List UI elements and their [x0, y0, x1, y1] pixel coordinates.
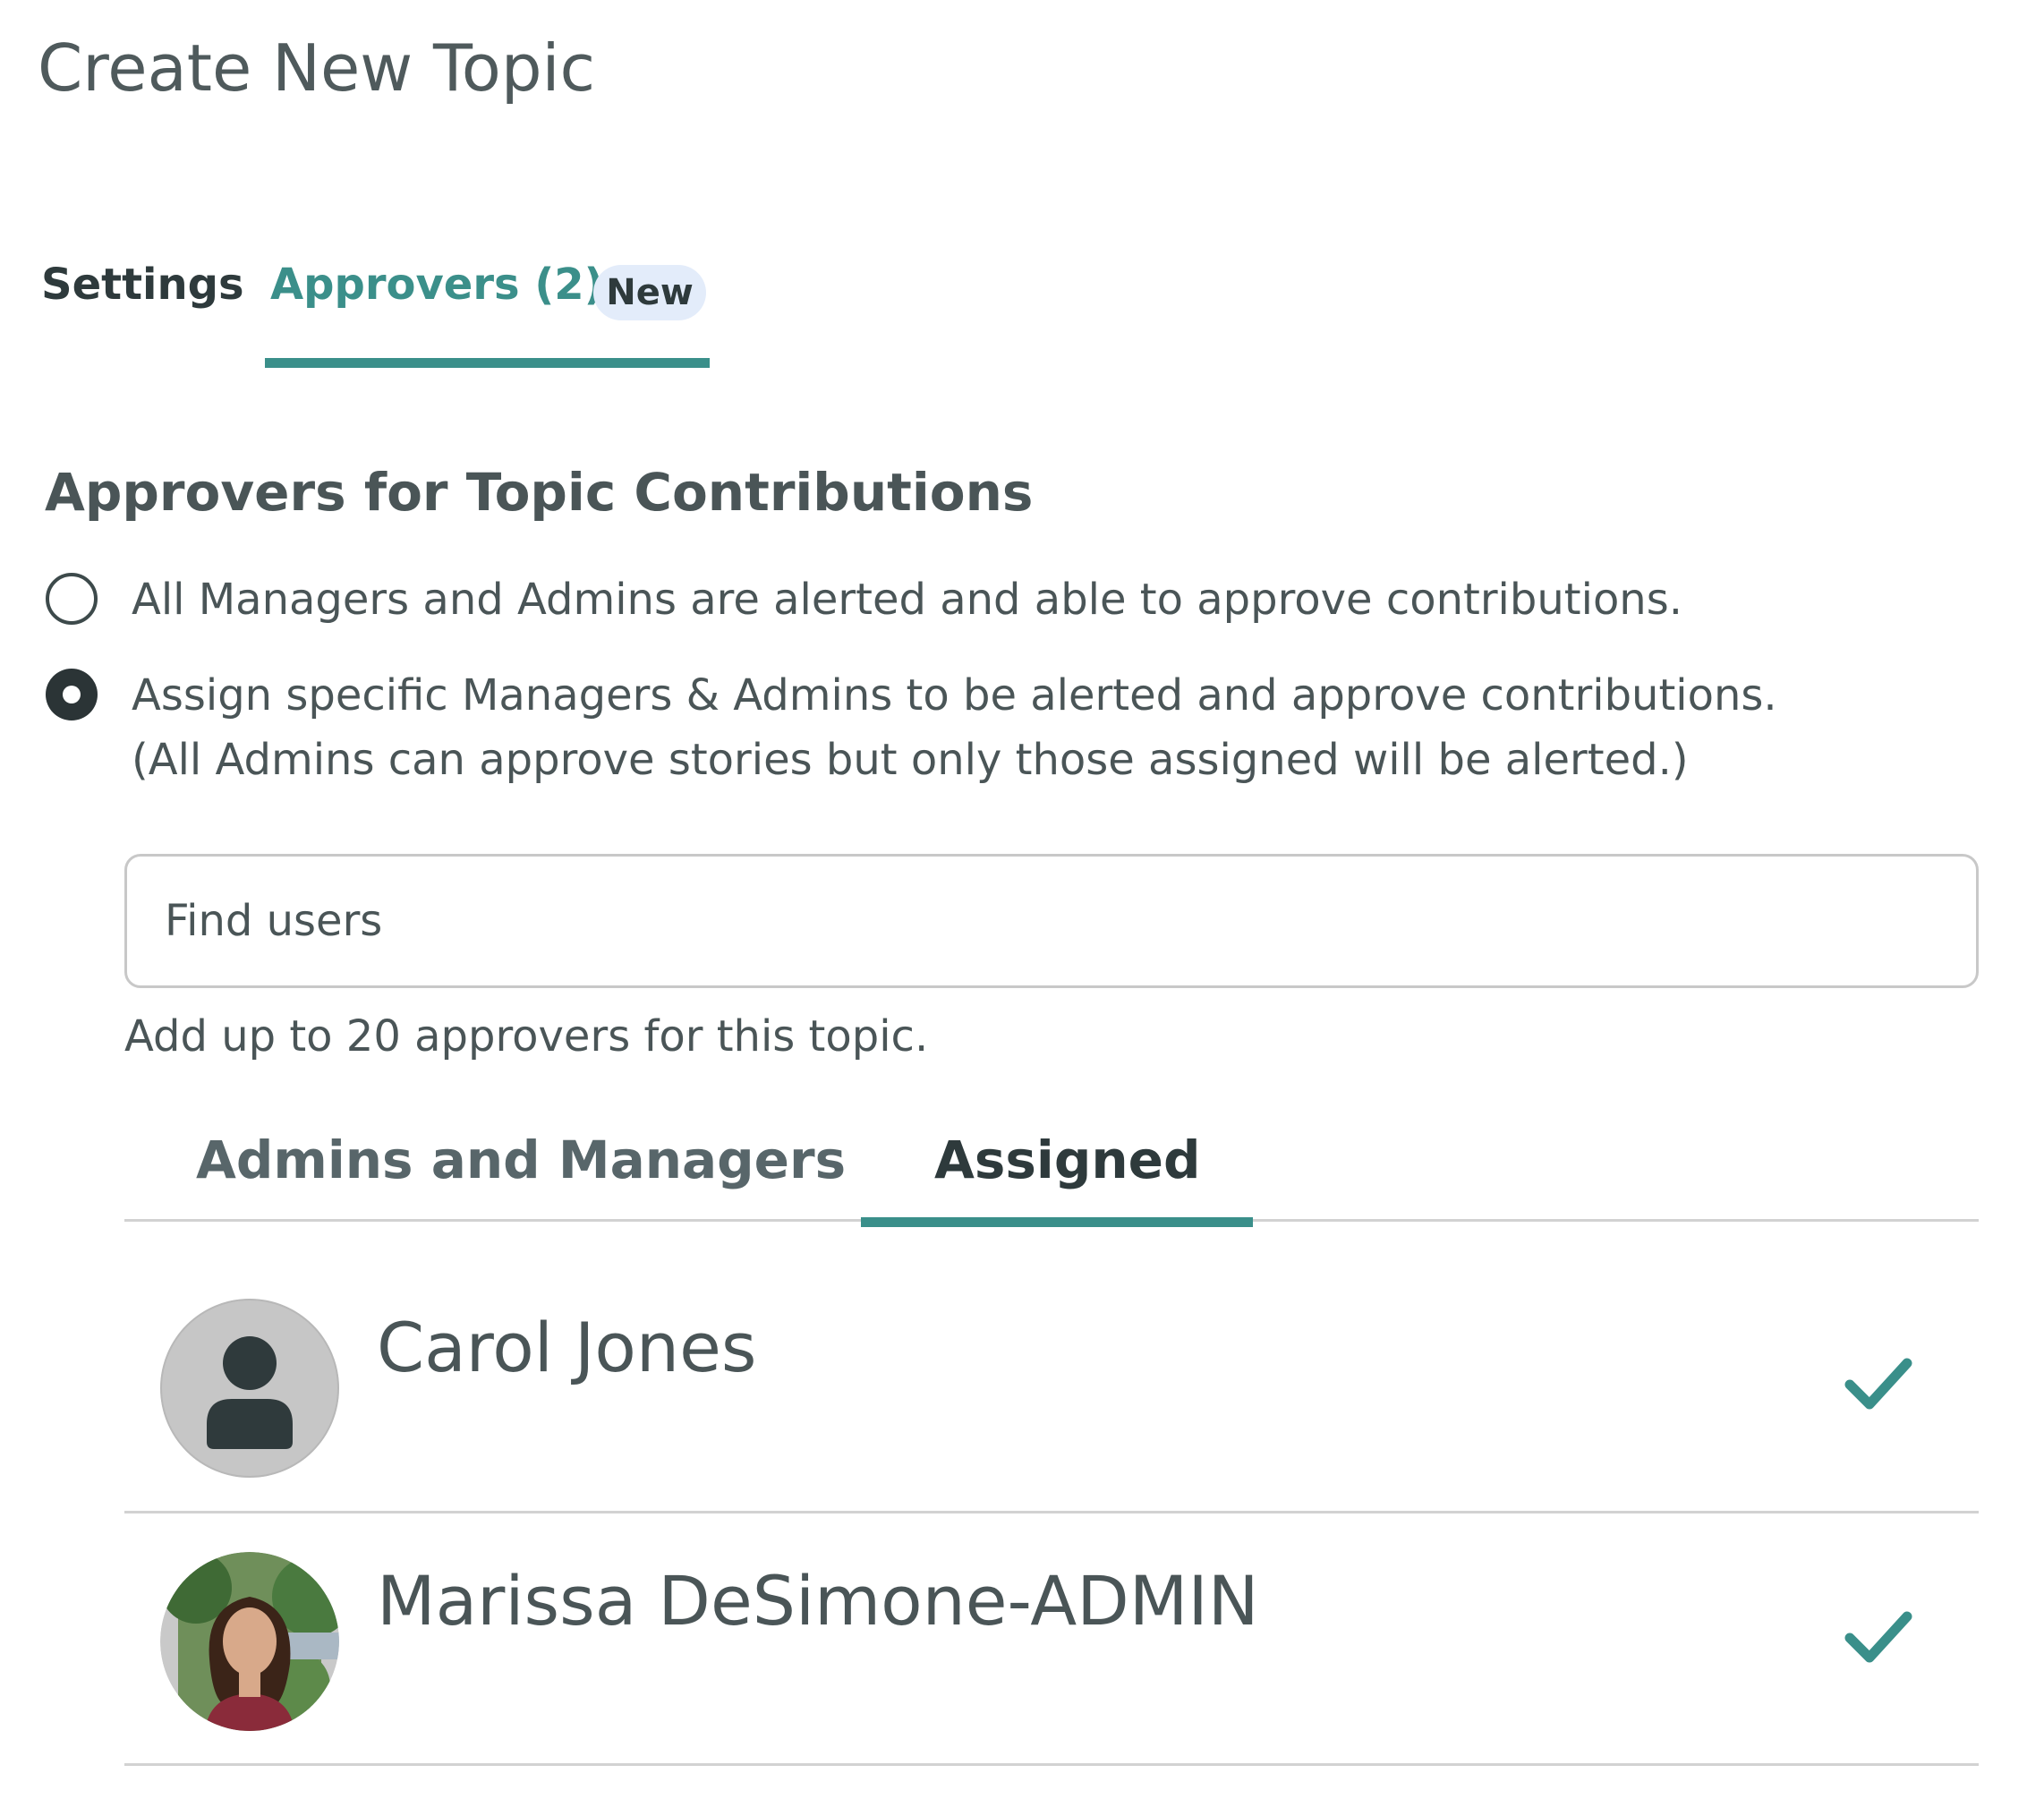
list-item[interactable]: Marissa DeSimone-ADMIN — [124, 1513, 1979, 1765]
active-tab-indicator — [265, 358, 710, 368]
tab-settings[interactable]: Settings — [41, 260, 244, 310]
list-item[interactable]: Carol Jones — [124, 1259, 1979, 1512]
tab-assigned[interactable]: Assigned — [934, 1130, 1200, 1190]
radio-assign-specific-sublabel: (All Admins can approve stories but only… — [132, 735, 1689, 785]
active-sub-tab-indicator — [861, 1217, 1253, 1227]
radio-all-managers-admins[interactable] — [46, 573, 98, 625]
radio-selected-dot — [63, 686, 81, 703]
new-badge: New — [593, 265, 706, 320]
radio-assign-specific-label[interactable]: Assign specific Managers & Admins to be … — [132, 663, 1777, 728]
avatar — [160, 1552, 339, 1731]
user-name: Carol Jones — [377, 1308, 757, 1387]
radio-all-managers-admins-label[interactable]: All Managers and Admins are alerted and … — [132, 567, 1682, 632]
tab-approvers[interactable]: Approvers (2) — [270, 260, 604, 310]
section-heading: Approvers for Topic Contributions — [45, 462, 1034, 523]
tab-admins-and-managers[interactable]: Admins and Managers — [196, 1130, 846, 1190]
top-tabs: Settings Approvers (2) New — [41, 260, 739, 376]
approvers-helper-text: Add up to 20 approvers for this topic. — [124, 1011, 929, 1061]
row-divider — [124, 1763, 1979, 1766]
radio-assign-specific[interactable] — [46, 669, 98, 720]
page-title: Create New Topic — [38, 30, 596, 106]
find-users-input[interactable] — [124, 854, 1979, 988]
person-icon — [160, 1299, 339, 1478]
user-name: Marissa DeSimone-ADMIN — [377, 1561, 1259, 1641]
checkmark-icon[interactable] — [1843, 1352, 1914, 1415]
checkmark-icon[interactable] — [1843, 1606, 1914, 1668]
